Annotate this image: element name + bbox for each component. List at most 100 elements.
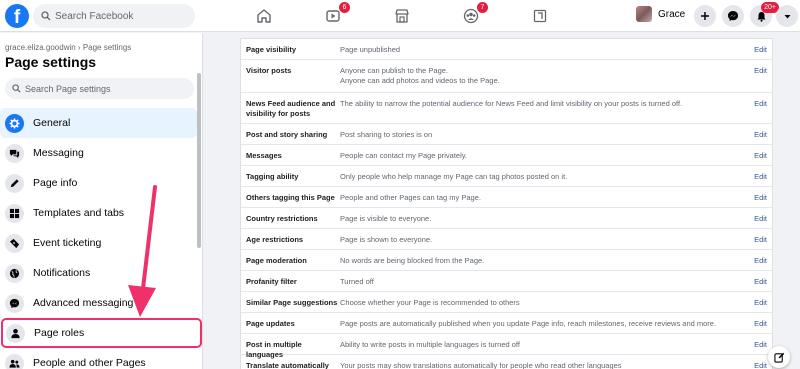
- sidebar-scrollbar[interactable]: [197, 73, 201, 248]
- sidebar-item-advanced-messaging[interactable]: Advanced messaging: [0, 288, 197, 318]
- setting-value: People can contact my Page privately.: [340, 151, 468, 160]
- settings-row-age-restrictions: Age restrictions Page is shown to everyo…: [241, 229, 772, 250]
- edit-link[interactable]: Edit: [742, 166, 772, 181]
- edit-link[interactable]: Edit: [742, 250, 772, 265]
- sidebar-item-label: Event ticketing: [33, 237, 102, 249]
- sidebar-item-label: Messaging: [33, 147, 84, 159]
- search-icon: [41, 11, 51, 21]
- edit-link[interactable]: Edit: [742, 124, 772, 139]
- setting-title: Page moderation: [246, 256, 307, 265]
- settings-nav-list: General Messaging Page info Templates an…: [0, 108, 202, 369]
- settings-row-profanity-filter: Profanity filter Turned off Edit: [241, 271, 772, 292]
- plus-icon: [701, 12, 709, 20]
- globe-icon: [5, 263, 24, 283]
- edit-link[interactable]: Edit: [742, 93, 772, 108]
- marketplace-nav-button[interactable]: [390, 5, 414, 27]
- sidebar-item-people-and-other-pages[interactable]: People and other Pages: [0, 348, 197, 369]
- sidebar-item-event-ticketing[interactable]: Event ticketing: [0, 228, 197, 258]
- setting-title: Country restrictions: [246, 214, 318, 223]
- sidebar-item-label: Notifications: [33, 267, 91, 279]
- setting-value: Post sharing to stories is on: [340, 130, 433, 139]
- watch-nav-button[interactable]: 6: [321, 2, 350, 27]
- setting-value: No words are being blocked from the Page…: [340, 256, 485, 265]
- compose-icon: [773, 352, 784, 363]
- gaming-nav-button[interactable]: [528, 5, 552, 27]
- edit-link[interactable]: Edit: [742, 271, 772, 286]
- settings-search[interactable]: [5, 78, 194, 99]
- facebook-logo[interactable]: f: [5, 4, 29, 28]
- settings-row-page-moderation: Page moderation No words are being block…: [241, 250, 772, 271]
- groups-badge: 7: [477, 2, 488, 13]
- edit-link[interactable]: Edit: [742, 208, 772, 223]
- messenger-icon: [728, 11, 738, 21]
- settings-row-post-in-multiple-languages: Post in multiple languages Ability to wr…: [241, 334, 772, 359]
- settings-row-tagging-ability: Tagging ability Only people who help man…: [241, 166, 772, 187]
- sidebar-item-label: Advanced messaging: [33, 297, 134, 309]
- setting-title: Page visibility: [246, 45, 297, 54]
- edit-link[interactable]: Edit: [742, 145, 772, 160]
- setting-title: Page updates: [246, 319, 295, 328]
- edit-link[interactable]: Edit: [742, 39, 772, 54]
- settings-search-input[interactable]: [25, 83, 185, 94]
- sidebar-item-general[interactable]: General: [0, 108, 197, 138]
- sidebar-item-messaging[interactable]: Messaging: [0, 138, 197, 168]
- facebook-search[interactable]: [33, 4, 195, 28]
- setting-title: Translate automatically: [246, 361, 329, 369]
- settings-row-messages: Messages People can contact my Page priv…: [241, 145, 772, 166]
- top-navigation-bar: f 6 7 Grace 20+: [0, 0, 800, 32]
- notifications-button[interactable]: 20+: [750, 2, 779, 27]
- setting-title: Tagging ability: [246, 172, 299, 181]
- new-message-button[interactable]: [768, 346, 790, 368]
- breadcrumb[interactable]: grace.eliza.goodwin › Page settings: [5, 43, 131, 52]
- setting-value: Ability to write posts in multiple langu…: [340, 340, 520, 349]
- setting-title: News Feed audience and visibility for po…: [246, 99, 336, 118]
- groups-icon: [463, 8, 479, 24]
- edit-link[interactable]: Edit: [742, 292, 772, 307]
- setting-value: Your posts may show translations automat…: [340, 361, 622, 369]
- setting-value: Page posts are automatically published w…: [340, 319, 717, 328]
- gaming-icon: [533, 9, 547, 23]
- home-icon: [257, 9, 271, 23]
- profile-shortcut[interactable]: Grace: [636, 6, 685, 22]
- page-settings-sidebar: grace.eliza.goodwin › Page settings Page…: [0, 33, 203, 369]
- sidebar-item-label: Templates and tabs: [33, 207, 125, 219]
- settings-row-visitor-posts: Visitor posts Anyone can publish to the …: [241, 60, 772, 93]
- setting-value: Anyone can publish to the Page. Anyone c…: [340, 66, 500, 85]
- sidebar-item-label: People and other Pages: [33, 357, 146, 369]
- groups-nav-button[interactable]: 7: [459, 2, 488, 27]
- grid-icon: [5, 203, 24, 223]
- setting-title: Similar Page suggestions: [246, 298, 338, 307]
- pencil-icon: [5, 173, 24, 193]
- settings-row-page-updates: Page updates Page posts are automaticall…: [241, 313, 772, 334]
- sidebar-item-templates-and-tabs[interactable]: Templates and tabs: [0, 198, 197, 228]
- setting-title: Visitor posts: [246, 66, 292, 75]
- create-button[interactable]: [694, 5, 716, 27]
- account-menu-button[interactable]: [776, 5, 798, 27]
- edit-link[interactable]: Edit: [742, 313, 772, 328]
- setting-value: Page unpublished: [340, 45, 401, 54]
- sidebar-item-notifications[interactable]: Notifications: [0, 258, 197, 288]
- edit-link[interactable]: Edit: [742, 187, 772, 202]
- messenger-icon: [5, 293, 24, 313]
- edit-link[interactable]: Edit: [742, 334, 772, 349]
- watch-badge: 6: [339, 2, 350, 13]
- sidebar-item-page-roles[interactable]: Page roles: [1, 318, 202, 348]
- setting-value: Choose whether your Page is recommended …: [340, 298, 520, 307]
- edit-link[interactable]: Edit: [742, 60, 772, 75]
- messenger-button[interactable]: [722, 5, 744, 27]
- setting-value: The ability to narrow the potential audi…: [340, 99, 683, 108]
- chat-icon: [5, 143, 24, 163]
- search-icon: [12, 84, 21, 93]
- search-input[interactable]: [55, 10, 185, 22]
- home-nav-button[interactable]: [252, 5, 276, 27]
- sidebar-item-page-info[interactable]: Page info: [0, 168, 197, 198]
- setting-title: Others tagging this Page: [246, 193, 335, 202]
- settings-row-others-tagging: Others tagging this Page People and othe…: [241, 187, 772, 208]
- people-icon: [5, 353, 24, 369]
- edit-link[interactable]: Edit: [742, 229, 772, 244]
- setting-title: Profanity filter: [246, 277, 297, 286]
- video-icon: [326, 10, 340, 22]
- chevron-down-icon: [784, 14, 790, 18]
- sidebar-item-label: Page info: [33, 177, 78, 189]
- settings-row-page-visibility: Page visibility Page unpublished Edit: [241, 39, 772, 60]
